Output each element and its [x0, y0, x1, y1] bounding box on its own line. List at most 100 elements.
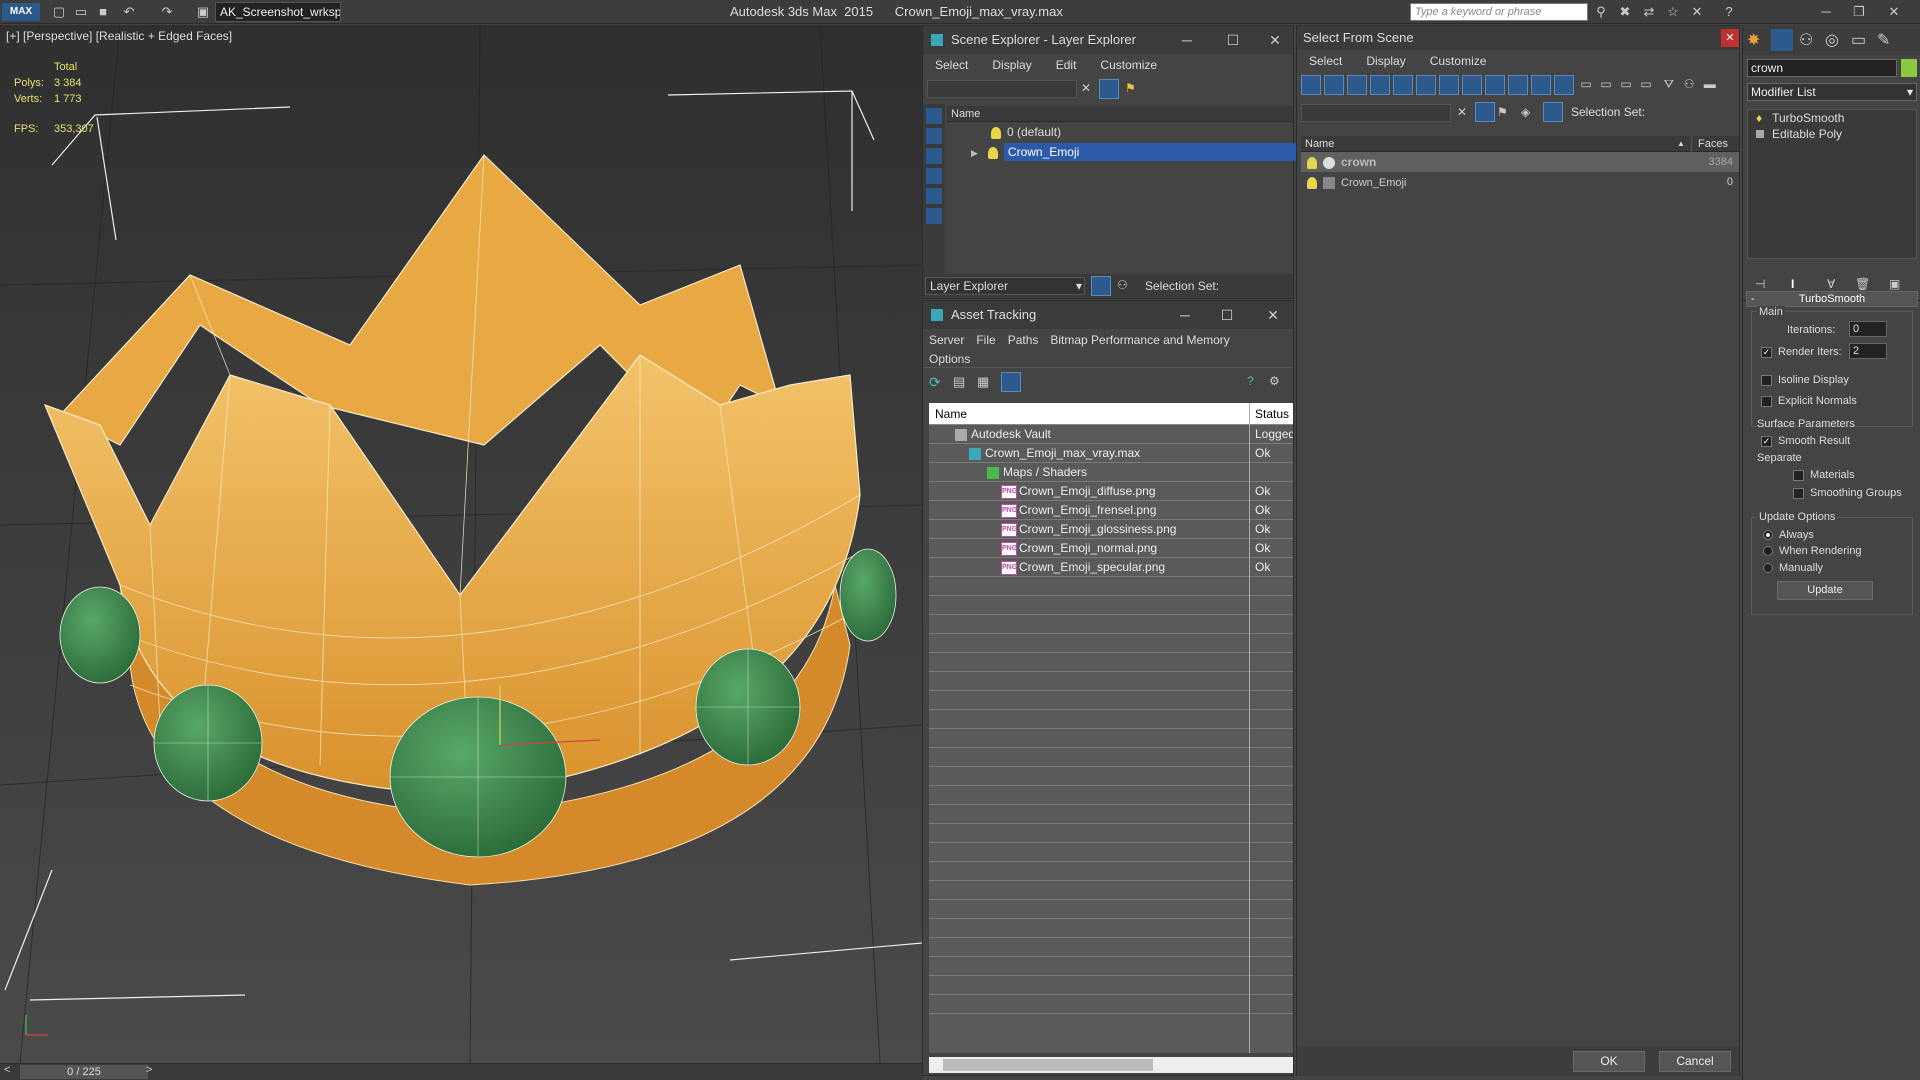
help-icon[interactable]: ?: [1247, 374, 1254, 388]
new-file-icon[interactable]: ▢: [50, 3, 68, 21]
empty-row[interactable]: [929, 824, 1293, 843]
search-input[interactable]: Type a keyword or phrase: [1410, 3, 1588, 21]
menu-paths[interactable]: Paths: [1002, 331, 1045, 350]
minimize-icon[interactable]: ─: [1171, 301, 1199, 329]
binoculars-icon[interactable]: ⚲: [1592, 3, 1610, 21]
filter-shapes-icon[interactable]: [1324, 75, 1344, 95]
light-bulb-icon[interactable]: [991, 126, 1001, 139]
object-name-field[interactable]: crown: [1747, 59, 1897, 77]
restore-icon[interactable]: ❐: [1845, 2, 1873, 22]
empty-row[interactable]: [929, 767, 1293, 786]
filter-bones-icon[interactable]: [1485, 75, 1505, 95]
smooth-result-checkbox[interactable]: ✓: [1761, 435, 1772, 447]
menu-file[interactable]: File: [970, 331, 1001, 350]
update-button[interactable]: Update: [1777, 581, 1873, 600]
filter-frozen-icon[interactable]: [1531, 75, 1551, 95]
menu-select[interactable]: Select: [1297, 50, 1354, 72]
refresh-icon[interactable]: ⟳: [929, 374, 941, 391]
column-header-name[interactable]: Name: [947, 106, 1293, 122]
perspective-viewport[interactable]: [+] [Perspective] [Realistic + Edged Fac…: [0, 25, 922, 1063]
layer-explorer-icon[interactable]: [1091, 276, 1111, 296]
menu-customize[interactable]: Customize: [1088, 54, 1169, 76]
close-tool-icon[interactable]: ✕: [1688, 3, 1706, 21]
render-iters-spinner[interactable]: 2: [1849, 343, 1887, 359]
hierarchy-icon[interactable]: ⚇: [1684, 77, 1704, 91]
menu-select[interactable]: Select: [923, 54, 980, 76]
table-view-icon[interactable]: [1001, 372, 1021, 392]
select-search-input[interactable]: [1301, 104, 1451, 122]
hierarchy-icon[interactable]: ⚇: [1117, 278, 1128, 292]
display-shapes-icon[interactable]: [926, 128, 942, 144]
make-unique-icon[interactable]: ∀: [1827, 277, 1835, 291]
empty-row[interactable]: [929, 938, 1293, 957]
pin-stack-icon[interactable]: ⊣: [1755, 277, 1765, 291]
find-case-icon[interactable]: ⚑: [1497, 105, 1508, 119]
layers-icon[interactable]: ◈: [1521, 105, 1530, 119]
display-lights-icon[interactable]: [926, 148, 942, 164]
save-icon[interactable]: ■: [94, 3, 112, 21]
remove-modifier-icon[interactable]: 🗑: [1855, 277, 1870, 291]
help-icon[interactable]: ?: [1720, 3, 1738, 21]
horizontal-scrollbar[interactable]: [929, 1057, 1293, 1073]
tree-view-icon[interactable]: ▦: [977, 374, 989, 390]
workspace-dropdown[interactable]: AK_Screenshot_wrksp ▾: [215, 2, 341, 22]
filter-lights-icon[interactable]: [1347, 75, 1367, 95]
filter-funnel-icon[interactable]: ⛛: [1664, 77, 1684, 92]
time-slider[interactable]: 0 / 225: [20, 1065, 148, 1079]
viewport-label[interactable]: [+] [Perspective] [Realistic + Edged Fac…: [6, 29, 232, 43]
light-bulb-icon[interactable]: ♦: [1756, 111, 1762, 125]
empty-row[interactable]: [929, 995, 1293, 1014]
scene-explorer-search[interactable]: [927, 80, 1077, 98]
sort-ascending-icon[interactable]: ▲: [1677, 136, 1685, 152]
settings-icon[interactable]: ⚙: [1269, 374, 1280, 388]
empty-row[interactable]: [929, 843, 1293, 862]
empty-row[interactable]: [929, 900, 1293, 919]
empty-row[interactable]: [929, 862, 1293, 881]
configure-sets-icon[interactable]: ▣: [1889, 277, 1900, 291]
undo-icon[interactable]: ↶: [120, 3, 138, 21]
cancel-button[interactable]: Cancel: [1659, 1051, 1731, 1072]
subscription-icon[interactable]: ⇄: [1640, 3, 1658, 21]
asset-row[interactable]: PNG Crown_Emoji_specular.png Ok: [929, 558, 1293, 577]
asset-row[interactable]: PNG Crown_Emoji_diffuse.png Ok: [929, 482, 1293, 501]
close-icon[interactable]: ✕: [1721, 29, 1739, 47]
object-row-crown[interactable]: crown 3384: [1301, 152, 1739, 172]
column-header-faces[interactable]: Faces: [1691, 136, 1728, 152]
stack-item-editable-poly[interactable]: Editable Poly: [1748, 126, 1916, 142]
when-rendering-radio[interactable]: [1763, 546, 1773, 557]
motion-tab-icon[interactable]: ◎: [1825, 30, 1839, 50]
filter-spacewarps-icon[interactable]: [1416, 75, 1436, 95]
empty-row[interactable]: [929, 881, 1293, 900]
collapse-box-icon[interactable]: [1756, 130, 1764, 138]
isoline-checkbox[interactable]: [1761, 374, 1772, 386]
list-view-icon[interactable]: ▤: [953, 374, 965, 390]
project-folder-icon[interactable]: ▣: [194, 3, 212, 21]
modifier-list-dropdown[interactable]: Modifier List ▾: [1747, 83, 1917, 101]
maximize-icon[interactable]: ☐: [1213, 301, 1241, 329]
menu-display[interactable]: Display: [1354, 50, 1417, 72]
display-tab-icon[interactable]: ▭: [1851, 30, 1866, 50]
layer-row-default[interactable]: 0 (default): [947, 122, 1293, 142]
empty-row[interactable]: [929, 615, 1293, 634]
filter-groups-icon[interactable]: [1439, 75, 1459, 95]
empty-row[interactable]: [929, 653, 1293, 672]
ok-button[interactable]: OK: [1573, 1051, 1645, 1072]
close-icon[interactable]: ✕: [1261, 26, 1289, 54]
menu-bitmap-performance[interactable]: Bitmap Performance and Memory: [1044, 331, 1235, 350]
asset-row[interactable]: Autodesk Vault Logged: [929, 425, 1293, 444]
menu-display[interactable]: Display: [980, 54, 1043, 76]
empty-row[interactable]: [929, 672, 1293, 691]
clear-search-icon[interactable]: ✕: [1081, 81, 1091, 95]
empty-row[interactable]: [929, 805, 1293, 824]
column-header-status[interactable]: Status: [1249, 403, 1289, 425]
smoothing-groups-checkbox[interactable]: [1793, 487, 1804, 499]
close-icon[interactable]: ✕: [1259, 301, 1287, 329]
asset-row[interactable]: PNG Crown_Emoji_normal.png Ok: [929, 539, 1293, 558]
menu-server[interactable]: Server: [923, 331, 970, 350]
close-window-icon[interactable]: ✕: [1880, 2, 1908, 22]
hierarchy-tab-icon[interactable]: ⚇: [1799, 30, 1813, 50]
favorites-icon[interactable]: ☆: [1664, 3, 1682, 21]
clear-search-icon[interactable]: ✕: [1457, 105, 1467, 119]
display-cameras-icon[interactable]: [926, 168, 942, 184]
empty-row[interactable]: [929, 748, 1293, 767]
